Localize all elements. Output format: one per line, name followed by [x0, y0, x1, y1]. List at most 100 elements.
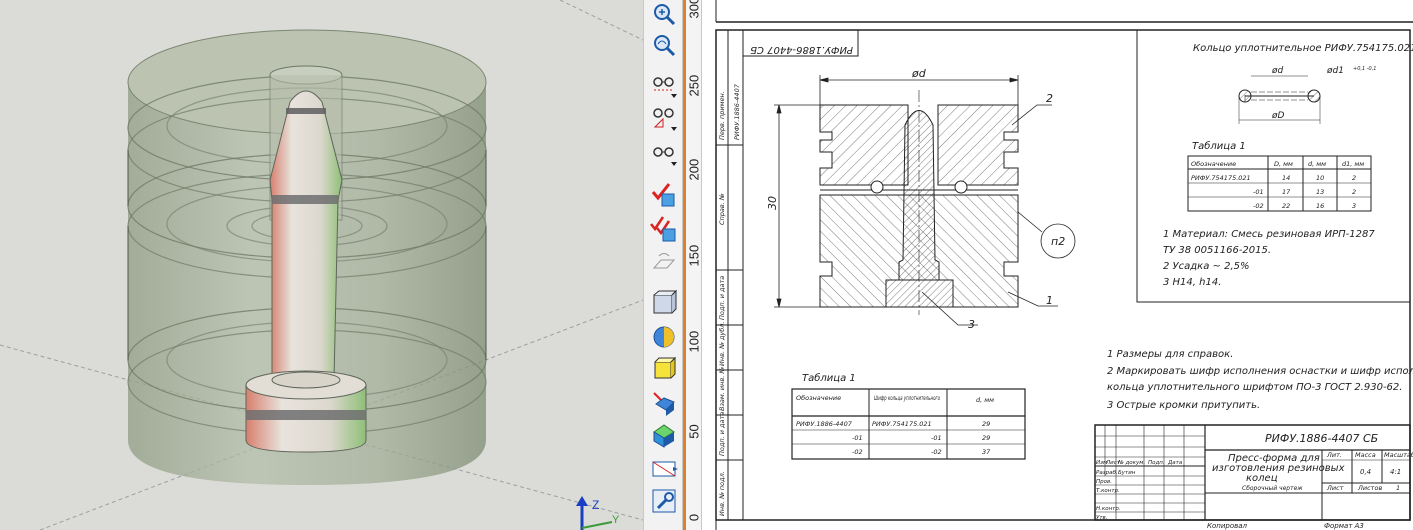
section-cube-icon [653, 392, 675, 416]
copied-label: Копировал [1207, 522, 1248, 530]
table1-header: d, мм [976, 396, 994, 404]
glasses-view-icon [653, 147, 677, 166]
margin-label: Подп. и дата [718, 276, 726, 320]
box-view-icon [653, 289, 678, 314]
ruler-label: 200 [686, 158, 702, 181]
yellow-box-icon [654, 356, 677, 379]
check-cube-button[interactable] [649, 180, 679, 210]
ring-table-header: D, мм [1274, 160, 1293, 168]
title-role: Разраб. [1096, 470, 1118, 476]
ring-table-cell: 2 [1352, 188, 1356, 196]
title-mass: 0,4 [1360, 468, 1371, 476]
ruler-label: 300 [686, 0, 702, 19]
glasses-hide-button[interactable] [649, 70, 679, 100]
callout-1: 1 [1046, 294, 1053, 307]
axis-z-label: Z [592, 498, 600, 512]
table1-cell: -02 [931, 448, 942, 456]
ring-table-header: Обозначение [1191, 160, 1236, 168]
title-row-label: Подп. [1148, 460, 1165, 466]
ring-table-cell: -02 [1253, 202, 1264, 210]
drawing-sheet[interactable]: Перв. примен. РИФУ.1886-4407 Справ. № По… [702, 0, 1413, 530]
zoom-fit-button[interactable] [649, 30, 679, 60]
wrench-button[interactable] [649, 486, 679, 516]
ring-table-cell: 10 [1316, 174, 1324, 182]
title-col-lit: Лит. [1326, 451, 1342, 459]
zoom-in-button[interactable] [649, 0, 679, 30]
yellow-box-button[interactable] [649, 354, 679, 384]
title-role: Утв. [1096, 515, 1108, 521]
green-cube-button[interactable] [649, 420, 679, 450]
margin-label: Подп. и дата [718, 412, 726, 456]
table1-header: Шифр кольца уплотнительного [874, 394, 940, 402]
title-row-label: № докум. [1117, 460, 1145, 466]
table1-cell: 37 [982, 448, 991, 456]
sphere-view-icon [653, 326, 675, 348]
glasses-measure-button[interactable] [649, 103, 679, 133]
title-role: Т.контр. [1096, 488, 1120, 494]
ring-note: ТУ 38 0051166-2015. [1163, 245, 1271, 256]
wrench-icon [652, 489, 676, 513]
title-name-line2: изготовления резиновых [1212, 463, 1345, 474]
ring-table-cell: 13 [1316, 188, 1324, 196]
title-sheet: Лист [1326, 484, 1344, 492]
section-cube-button[interactable] [649, 388, 679, 418]
callout-2: 2 [1046, 92, 1053, 105]
ring-table-cell: 2 [1352, 174, 1356, 182]
green-cube-icon [653, 424, 675, 448]
table1-title: Таблица 1 [802, 372, 856, 384]
ring-note: 3 H14, h14. [1163, 277, 1221, 288]
margin-label: Инв. № подл. [718, 471, 726, 516]
ring-note: 2 Усадка ~ 2,5% [1163, 261, 1249, 272]
box-view-button[interactable] [649, 288, 679, 318]
rotate-plane-button[interactable] [649, 248, 679, 278]
axis-y-label: Y [612, 514, 620, 526]
format-label: Формат А3 [1324, 522, 1364, 530]
title-sheets: Листов [1357, 484, 1382, 492]
double-check-cube-icon [650, 216, 676, 242]
title-subname: Сборочный чертеж [1242, 485, 1303, 492]
vertical-ruler: 300 250 200 150 100 50 0 [686, 0, 702, 530]
title-scale: 4:1 [1390, 468, 1401, 476]
dim-30-label: 30 [766, 196, 779, 210]
tech-note: 1 Размеры для справок. [1107, 349, 1233, 360]
title-role: Н.контр. [1096, 506, 1121, 512]
table1-cell: 29 [982, 434, 990, 442]
title-col-scale: Масштаб [1384, 451, 1413, 459]
double-check-cube-button[interactable] [649, 214, 679, 244]
vertical-toolbar [643, 0, 683, 530]
margin-label: Справ. № [718, 193, 726, 225]
ring-table-cell: 16 [1316, 202, 1324, 210]
projection-button[interactable] [649, 454, 679, 484]
3d-model-view[interactable] [0, 0, 643, 530]
title-row-label: Дата [1167, 460, 1183, 466]
callout-p2: п2 [1051, 235, 1065, 248]
ruler-label: 250 [686, 74, 702, 97]
ring-table-cell: 22 [1282, 202, 1290, 210]
dim-d-label: ød [911, 67, 927, 80]
title-sheets-count: 1 [1396, 484, 1400, 492]
margin-label: Инв. № дубл. [718, 322, 726, 366]
magnifier-plus-icon [654, 4, 676, 26]
stamp-top-text: РИФУ.1886-4407 СБ [750, 44, 853, 55]
sphere-view-button[interactable] [649, 322, 679, 352]
ring-dim-d: ød [1271, 66, 1284, 76]
ring-dim-d1: ød1 [1326, 66, 1344, 76]
ring-dim-D: øD [1271, 111, 1285, 121]
ring-title: Кольцо уплотнительное РИФУ.754175.021 [1193, 43, 1413, 54]
assembly-drawing[interactable]: Перв. примен. РИФУ.1886-4407 Справ. № По… [702, 0, 1413, 530]
ring-table-cell: 17 [1282, 188, 1291, 196]
title-designation: РИФУ.1886-4407 СБ [1265, 432, 1378, 445]
ring-table-cell: 3 [1352, 202, 1356, 210]
ruler-label: 150 [686, 244, 702, 267]
ring-note: 1 Материал: Смесь резиновая ИРП-1287 [1163, 229, 1375, 240]
ring-dim-d1-tolerance: +0,1 -0,1 [1353, 66, 1377, 72]
margin-label: РИФУ.1886-4407 [733, 83, 741, 140]
glasses-view-button[interactable] [649, 138, 679, 168]
ring-table-cell: 14 [1282, 174, 1290, 182]
ring-table-cell: -01 [1253, 188, 1264, 196]
magnifier-fit-icon [654, 35, 676, 57]
rotate-plane-icon [652, 253, 676, 269]
3d-viewport[interactable]: Z Y [0, 0, 643, 530]
ruler-label: 100 [686, 330, 702, 353]
ruler-label: 50 [686, 424, 702, 439]
